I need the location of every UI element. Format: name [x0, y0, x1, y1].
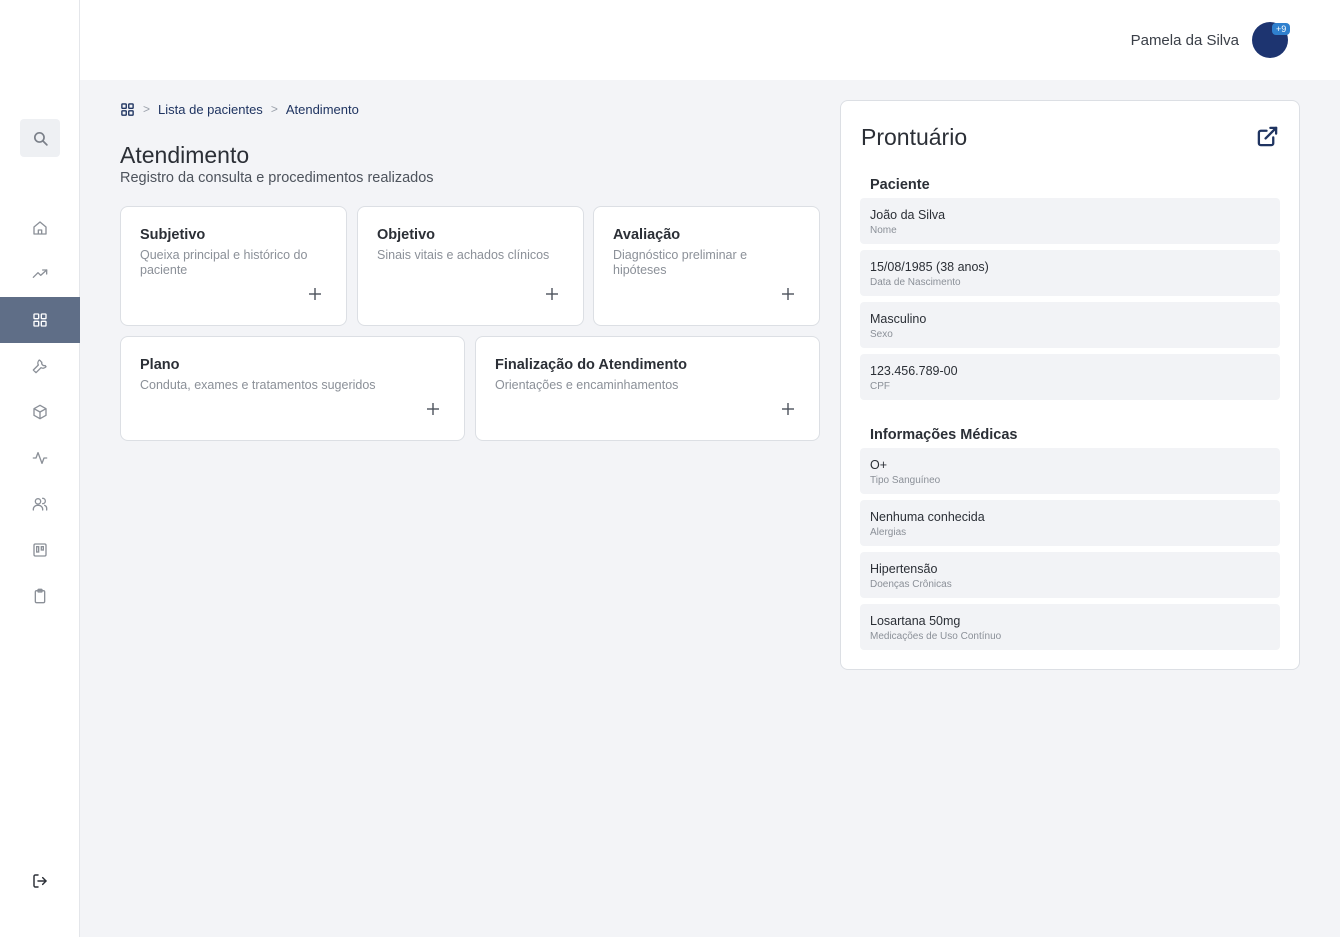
users-icon [32, 497, 48, 511]
board-icon [33, 543, 47, 557]
card-description: Conduta, exames e tratamentos sugeridos [140, 378, 376, 392]
trending-up-icon [32, 269, 48, 278]
external-link-icon [1257, 126, 1277, 146]
card-title: Subjetivo [140, 227, 206, 243]
card-title: Objetivo [377, 227, 436, 243]
sidebar-item-activity[interactable] [0, 435, 80, 481]
logout-icon [33, 874, 47, 888]
field-label: Alergias [870, 527, 907, 538]
card-objetivo[interactable]: Objetivo Sinais vitais e achados clínico… [357, 206, 584, 326]
field-value: Losartana 50mg [870, 614, 961, 628]
card-description: Diagnóstico preliminar e hipóteses [613, 248, 748, 277]
plus-icon [427, 403, 439, 415]
page-subtitle: Registro da consulta e procedimentos rea… [120, 170, 434, 186]
wrench-icon [32, 359, 47, 374]
section-title-informacoes-medicas: Informações Médicas [870, 427, 1018, 443]
card-avaliacao[interactable]: Avaliação Diagnóstico preliminar e hipót… [593, 206, 820, 326]
search-button[interactable] [20, 119, 60, 157]
notification-badge[interactable]: +9 [1272, 23, 1291, 35]
prontuario-panel: Prontuário Paciente João da Silva Nome 1… [840, 100, 1300, 670]
breadcrumb-item-patients[interactable]: Lista de pacientes [158, 102, 263, 117]
activity-icon [32, 452, 48, 464]
grid-icon [33, 313, 47, 327]
field-value: Masculino [870, 312, 927, 326]
sidebar-item-dashboard[interactable] [0, 297, 80, 343]
plus-icon [782, 403, 794, 415]
page-title: Atendimento [120, 142, 250, 168]
card-finalizacao[interactable]: Finalização do Atendimento Orientações e… [475, 336, 820, 441]
field-value: Nenhuma conhecida [870, 510, 985, 524]
field-sexo: Masculino Sexo [860, 302, 1280, 348]
field-value: João da Silva [870, 208, 946, 222]
field-value: 123.456.789-00 [870, 364, 958, 378]
field-label: Doenças Crônicas [870, 579, 952, 590]
card-title: Avaliação [613, 227, 681, 243]
breadcrumb-separator: > [143, 102, 151, 116]
field-value: O+ [870, 458, 888, 472]
sidebar-item-home[interactable] [0, 205, 80, 251]
breadcrumb-item-current: Atendimento [285, 101, 359, 117]
sidebar [0, 0, 80, 937]
sidebar-item-tools[interactable] [0, 343, 80, 389]
logout-button[interactable] [0, 858, 80, 904]
field-label: CPF [870, 381, 890, 392]
sidebar-item-board[interactable] [0, 527, 80, 573]
card-plano[interactable]: Plano Conduta, exames e tratamentos suge… [120, 336, 465, 441]
sidebar-item-package[interactable] [0, 389, 80, 435]
field-data-nascimento: 15/08/1985 (38 anos) Data de Nascimento [860, 250, 1280, 296]
sidebar-item-users[interactable] [0, 481, 80, 527]
field-doencas-cronicas: Hipertensão Doenças Crônicas [860, 552, 1280, 598]
card-description: Orientações e encaminhamentos [495, 378, 679, 392]
grid-icon[interactable] [120, 102, 135, 117]
plus-icon [546, 288, 558, 300]
plus-icon [782, 288, 794, 300]
field-label: Medicações de Uso Contínuo [870, 631, 1002, 642]
sidebar-item-clipboard[interactable] [0, 573, 80, 619]
field-value: Hipertensão [870, 562, 938, 576]
box-icon [33, 404, 47, 420]
section-title-paciente: Paciente [870, 177, 930, 193]
card-description: Sinais vitais e achados clínicos [377, 248, 550, 262]
field-label: Sexo [870, 329, 893, 340]
field-nome: João da Silva Nome [860, 198, 1280, 244]
add-button[interactable] [303, 282, 327, 306]
field-label: Data de Nascimento [870, 277, 961, 288]
field-medicacoes: Losartana 50mg Medicações de Uso Contínu… [860, 604, 1280, 650]
clipboard-icon [34, 588, 46, 604]
breadcrumb: > Lista de pacientes > Atendimento [120, 101, 359, 117]
plus-icon [309, 288, 321, 300]
field-label: Nome [870, 225, 897, 236]
open-external-button[interactable] [1254, 123, 1280, 149]
card-description: Queixa principal e histórico do paciente [140, 248, 308, 277]
field-tipo-sanguineo: O+ Tipo Sanguíneo [860, 448, 1280, 494]
field-cpf: 123.456.789-00 CPF [860, 354, 1280, 400]
field-label: Tipo Sanguíneo [870, 475, 941, 486]
card-title: Plano [140, 357, 180, 373]
search-icon [33, 131, 48, 146]
breadcrumb-separator: > [270, 102, 278, 116]
panel-title: Prontuário [861, 124, 968, 150]
add-button[interactable] [540, 282, 564, 306]
add-button[interactable] [421, 397, 445, 421]
home-icon [33, 221, 47, 235]
add-button[interactable] [776, 282, 800, 306]
card-subjetivo[interactable]: Subjetivo Queixa principal e histórico d… [120, 206, 347, 326]
user-name[interactable]: Pamela da Silva [1131, 32, 1239, 49]
field-alergias: Nenhuma conhecida Alergias [860, 500, 1280, 546]
sidebar-item-trending[interactable] [0, 251, 80, 297]
add-button[interactable] [776, 397, 800, 421]
field-value: 15/08/1985 (38 anos) [870, 260, 989, 274]
card-title: Finalização do Atendimento [495, 357, 688, 373]
